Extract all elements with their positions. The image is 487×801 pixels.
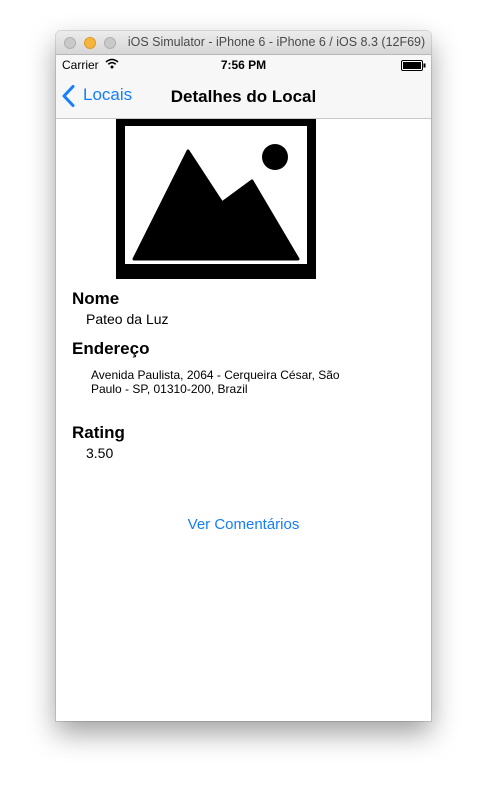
page-title: Detalhes do Local (170, 87, 317, 106)
window-zoom-button[interactable] (104, 37, 116, 49)
simulator-window: iOS Simulator - iPhone 6 - iPhone 6 / iO… (56, 31, 431, 721)
back-button-label: Locais (83, 85, 133, 104)
rating-label: Rating (72, 423, 125, 442)
detail-content: Nome Pateo da Luz Endereço Avenida Pauli… (56, 119, 431, 721)
window-title: iOS Simulator - iPhone 6 - iPhone 6 / iO… (127, 35, 426, 49)
address-label: Endereço (72, 339, 150, 358)
chevron-left-icon (62, 85, 75, 112)
battery-icon (401, 60, 426, 74)
name-label: Nome (72, 289, 120, 308)
status-bar: Carrier 7:56 PM (56, 55, 431, 75)
navigation-bar: Locais Detalhes do Local (56, 75, 431, 119)
view-comments-button[interactable]: Ver Comentários (56, 516, 431, 533)
window-minimize-button[interactable] (84, 37, 96, 49)
window-titlebar: iOS Simulator - iPhone 6 - iPhone 6 / iO… (56, 31, 431, 55)
image-placeholder-icon (116, 119, 316, 279)
name-value: Pateo da Luz (86, 311, 169, 327)
status-time: 7:56 PM (220, 58, 267, 72)
address-value: Avenida Paulista, 2064 - Cerqueira César… (91, 368, 340, 396)
window-close-button[interactable] (64, 37, 76, 49)
rating-value: 3.50 (86, 445, 114, 461)
